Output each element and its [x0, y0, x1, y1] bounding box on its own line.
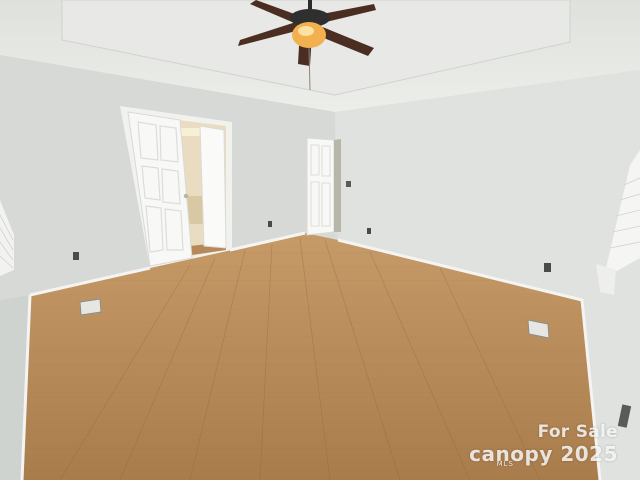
wall-outlet [73, 252, 79, 260]
floor-vent [79, 298, 102, 316]
watermark-year: 2025 [560, 442, 618, 466]
wall-outlet [367, 228, 371, 234]
bathroom-mirror-light [180, 128, 202, 136]
watermark: For Sale canopy 2025 MLS [469, 422, 618, 468]
bathroom-door-open [199, 125, 227, 249]
watermark-mls: MLS [496, 460, 514, 468]
room-scene [0, 0, 640, 480]
watermark-for-sale: For Sale [537, 422, 618, 442]
bedroom-photo: For Sale canopy 2025 MLS [0, 0, 640, 480]
wall-outlet [268, 221, 272, 227]
light-switch [346, 181, 351, 187]
door-knob [183, 193, 189, 199]
wall-outlet [544, 263, 551, 272]
